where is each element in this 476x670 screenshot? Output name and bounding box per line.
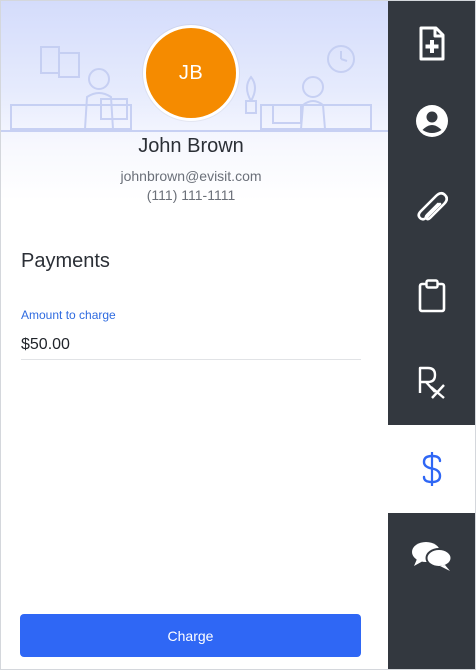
section-title: Payments <box>21 250 110 272</box>
sidebar <box>388 1 475 669</box>
avatar-initials: JB <box>178 61 204 84</box>
patient-email: johnbrown@evisit.com <box>120 168 262 184</box>
prescription-icon <box>418 366 445 399</box>
medical-file-icon <box>419 26 444 60</box>
user-circle-icon <box>415 104 448 137</box>
app-frame: JB John Brown johnbrown@evisit.com (111)… <box>0 0 476 670</box>
charge-button[interactable]: Charge <box>20 614 361 657</box>
sidebar-item-visit-notes[interactable] <box>388 1 475 86</box>
dollar-icon <box>422 452 441 486</box>
clipboard-icon <box>418 278 445 312</box>
patient-phone: (111) 111-1111 <box>146 187 236 203</box>
sidebar-item-chat[interactable] <box>388 513 475 598</box>
sidebar-item-attachments[interactable] <box>388 166 475 251</box>
sidebar-item-profile[interactable] <box>388 78 475 163</box>
sidebar-item-clipboard[interactable] <box>388 253 475 338</box>
sidebar-item-prescriptions[interactable] <box>388 339 475 424</box>
amount-input[interactable] <box>21 331 361 360</box>
avatar: JB <box>143 25 239 121</box>
amount-label: Amount to charge <box>21 308 116 322</box>
sidebar-item-payments[interactable] <box>388 425 475 513</box>
patient-name: John Brown <box>138 135 244 157</box>
chat-bubbles-icon <box>411 541 452 571</box>
paperclip-icon <box>416 191 448 221</box>
main-panel: JB John Brown johnbrown@evisit.com (111)… <box>1 1 388 669</box>
